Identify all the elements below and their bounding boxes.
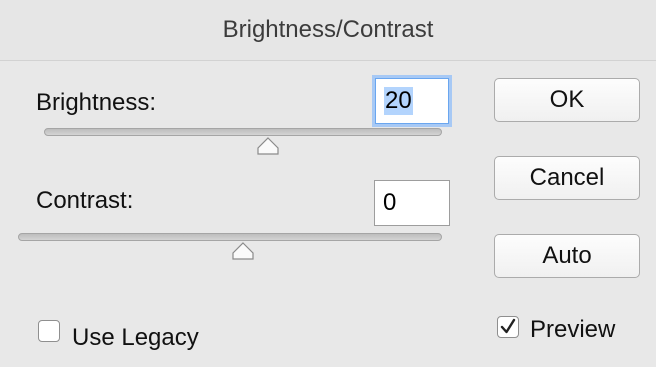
contrast-slider-track[interactable] [18, 233, 442, 241]
brightness-label: Brightness: [36, 89, 157, 116]
brightness-field[interactable]: 20 [375, 78, 449, 124]
brightness-slider-track[interactable] [44, 128, 442, 136]
contrast-label: Contrast: [36, 187, 134, 214]
use-legacy-checkbox[interactable] [38, 320, 60, 342]
contrast-value: 0 [383, 189, 397, 216]
ok-button[interactable]: OK [494, 78, 640, 122]
ok-button-label: OK [549, 86, 585, 113]
contrast-field[interactable]: 0 [374, 180, 450, 226]
auto-button[interactable]: Auto [494, 234, 640, 278]
brightness-value: 20 [384, 87, 413, 115]
cancel-button-label: Cancel [529, 164, 605, 191]
use-legacy-label: Use Legacy [72, 324, 199, 351]
dialog-title: Brightness/Contrast [222, 16, 434, 43]
preview-label: Preview [530, 316, 616, 343]
cancel-button[interactable]: Cancel [494, 156, 640, 200]
auto-button-label: Auto [542, 242, 592, 269]
checkmark-icon [500, 318, 516, 334]
brightness-contrast-dialog: Brightness/Contrast Brightness: 20 Contr… [0, 0, 656, 367]
brightness-slider-thumb-icon[interactable] [256, 136, 280, 156]
contrast-slider-thumb-icon[interactable] [231, 241, 255, 261]
dialog-title-bar: Brightness/Contrast [0, 0, 656, 61]
preview-checkbox[interactable] [497, 316, 519, 338]
